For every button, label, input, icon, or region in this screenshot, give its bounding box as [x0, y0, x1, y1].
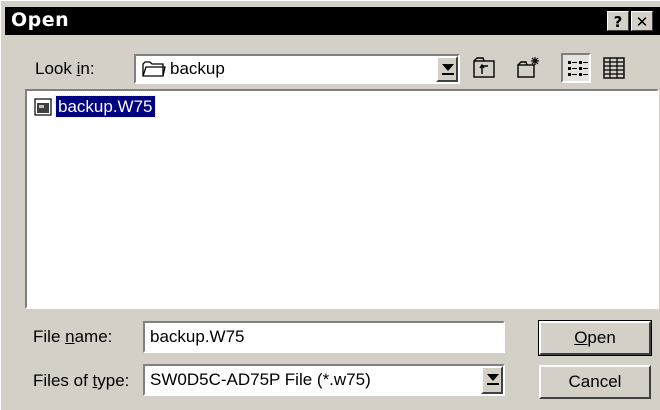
up-one-level-button[interactable]: [469, 53, 499, 83]
file-name-input[interactable]: backup.W75: [143, 321, 505, 353]
help-button[interactable]: ?: [607, 11, 629, 31]
file-icon: [34, 98, 52, 116]
look-in-label: Look in:: [35, 59, 95, 78]
window-title: Open: [11, 9, 70, 31]
cancel-button[interactable]: Cancel: [539, 365, 651, 399]
file-name-label-text: File name:: [33, 327, 113, 346]
look-in-combo[interactable]: backup: [134, 54, 460, 84]
new-folder-icon: [517, 57, 539, 78]
details-view-button[interactable]: [599, 53, 629, 83]
files-of-type-combo[interactable]: SW0D5C-AD75P File (*.w75): [143, 364, 505, 396]
look-in-dropdown-button[interactable]: [436, 56, 458, 82]
files-of-type-label: Files of type:: [33, 371, 130, 390]
look-in-value: backup: [170, 59, 225, 78]
folder-icon: [142, 61, 166, 77]
files-of-type-dropdown-button[interactable]: [481, 366, 503, 394]
open-button[interactable]: Open: [538, 320, 652, 356]
close-button[interactable]: ✕: [631, 11, 653, 31]
open-dialog: Open ? ✕ Look in: backup backup.W75 File…: [0, 0, 660, 410]
files-of-type-value: SW0D5C-AD75P File (*.w75): [150, 370, 371, 389]
file-name-label: backup.W75: [55, 95, 156, 118]
up-folder-icon: [473, 57, 495, 78]
create-new-folder-button[interactable]: [513, 53, 543, 83]
list-view-icon: [568, 61, 588, 76]
title-bar: Open ? ✕: [5, 7, 660, 35]
list-view-button[interactable]: [561, 53, 591, 83]
file-list[interactable]: [25, 89, 659, 309]
file-name-value: backup.W75: [150, 327, 245, 346]
details-view-icon: [603, 57, 625, 79]
